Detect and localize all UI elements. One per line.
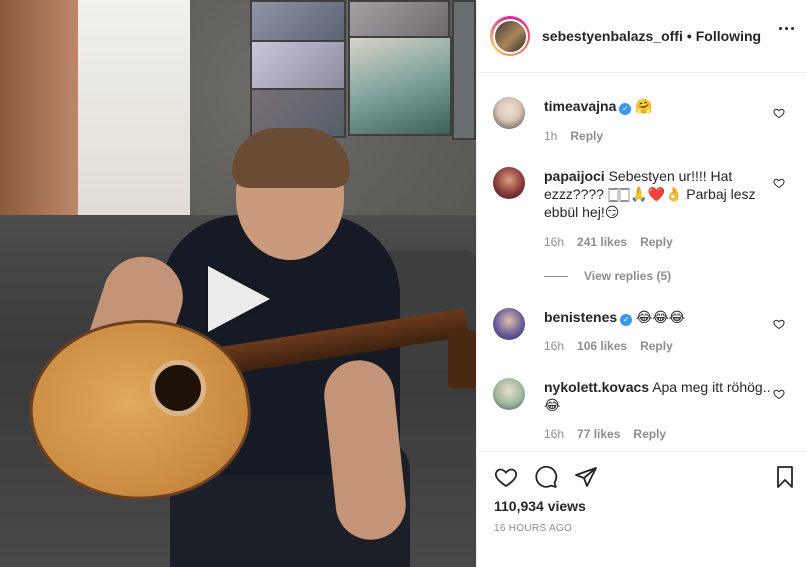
instagram-post: sebestyenbalazs_offi • Following timeava… <box>0 0 807 567</box>
avatar[interactable] <box>493 97 525 129</box>
reply-button[interactable]: Reply <box>570 129 603 143</box>
comment-username[interactable]: papaijoci <box>544 168 605 184</box>
view-replies-button[interactable]: View replies (5) <box>544 269 671 283</box>
comment-username[interactable]: benistenes <box>544 309 617 325</box>
heart-icon[interactable] <box>773 107 785 119</box>
heart-icon[interactable] <box>494 465 518 489</box>
reply-button[interactable]: Reply <box>640 235 673 249</box>
heart-icon[interactable] <box>773 318 785 330</box>
comment-time[interactable]: 1h <box>544 129 557 143</box>
author-avatar[interactable] <box>490 16 530 56</box>
avatar[interactable] <box>493 378 525 410</box>
header-separator: • <box>686 28 692 44</box>
wall-artwork <box>250 0 476 142</box>
comment-likes[interactable]: 241 likes <box>577 235 627 249</box>
comment-time[interactable]: 16h <box>544 427 564 441</box>
comment-likes[interactable]: 106 likes <box>577 339 627 353</box>
comment-username[interactable]: nykolett.kovacs <box>544 379 649 395</box>
reply-button[interactable]: Reply <box>633 427 666 441</box>
post-sidebar: sebestyenbalazs_offi • Following timeava… <box>476 0 807 567</box>
post-timestamp[interactable]: 16 HOURS AGO <box>494 523 572 534</box>
following-button[interactable]: Following <box>696 28 761 44</box>
view-count[interactable]: 110,934 views <box>494 498 586 514</box>
verified-badge-icon: ✓ <box>620 314 633 326</box>
more-horizontal-icon[interactable] <box>779 27 794 30</box>
post-actions: 110,934 views 16 HOURS AGO <box>477 451 807 567</box>
comment-username[interactable]: timeavajna <box>544 98 616 114</box>
video-player[interactable] <box>0 0 476 567</box>
author-username[interactable]: sebestyenbalazs_offi <box>542 28 683 44</box>
share-icon[interactable] <box>574 465 598 489</box>
verified-badge-icon: ✓ <box>619 103 632 115</box>
avatar[interactable] <box>493 167 525 199</box>
comment-likes[interactable]: 77 likes <box>577 427 620 441</box>
heart-icon[interactable] <box>773 177 785 189</box>
play-icon[interactable] <box>208 266 270 332</box>
heart-icon[interactable] <box>773 388 785 400</box>
bookmark-icon[interactable] <box>773 465 797 489</box>
avatar[interactable] <box>493 308 525 340</box>
reply-button[interactable]: Reply <box>640 339 673 353</box>
comment-time[interactable]: 16h <box>544 339 564 353</box>
comment-icon[interactable] <box>534 465 558 489</box>
post-header: sebestyenbalazs_offi • Following <box>477 0 807 73</box>
comment-text: 😂😂😂 <box>636 309 686 325</box>
comment-time[interactable]: 16h <box>544 235 564 249</box>
comment-text: 🤗 <box>635 98 653 114</box>
